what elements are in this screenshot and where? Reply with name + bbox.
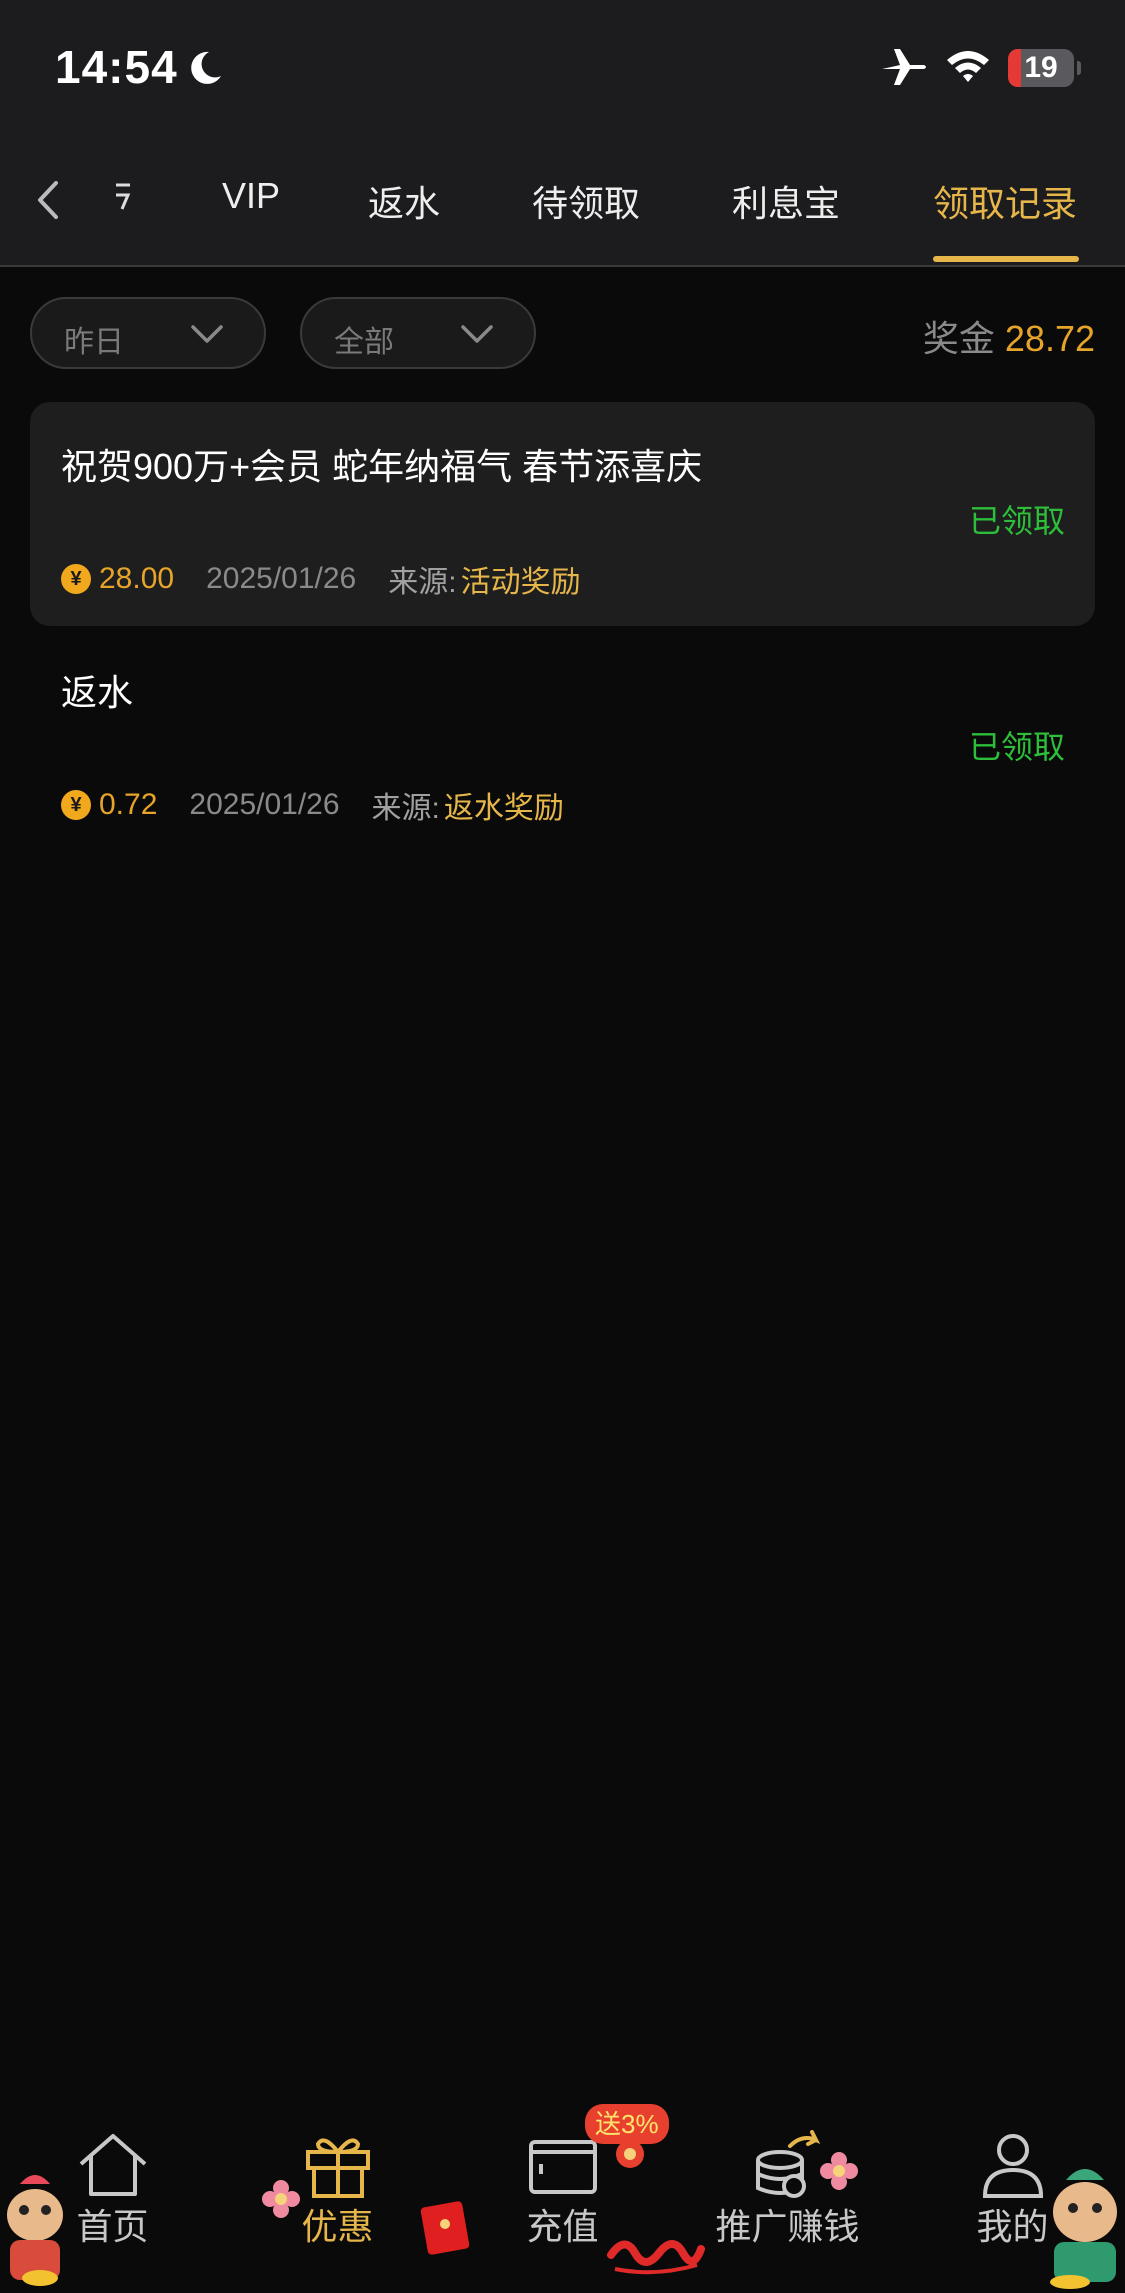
airplane-icon bbox=[882, 49, 926, 85]
record-card: 祝贺900万+会员 蛇年纳福气 春节添喜庆 已领取 ¥ 28.00 2025/0… bbox=[30, 402, 1095, 626]
snake-mascot-left-icon bbox=[7, 2175, 63, 2286]
record-source-label: 来源: bbox=[371, 792, 440, 825]
wifi-icon bbox=[947, 51, 989, 82]
flower-icon bbox=[262, 2180, 300, 2218]
date-filter-value: 昨日 bbox=[64, 326, 124, 359]
record-amount: 28.00 bbox=[99, 562, 175, 595]
record-title: 返水 bbox=[61, 672, 134, 713]
nav-referral[interactable]: 推广赚钱 bbox=[675, 2100, 900, 2293]
record-source-label: 来源: bbox=[388, 566, 457, 599]
record-status: 已领取 bbox=[968, 503, 1065, 539]
record-card: 返水 已领取 ¥ 0.72 2025/01/26 来源: 返水奖励 bbox=[30, 628, 1095, 852]
record-status: 已领取 bbox=[968, 729, 1065, 765]
moon-icon bbox=[191, 51, 221, 84]
record-date: 2025/01/26 bbox=[189, 788, 340, 821]
nav-promotions[interactable]: 优惠 bbox=[225, 2100, 450, 2293]
coin-icon: ¥ bbox=[61, 564, 91, 594]
red-envelope-icon bbox=[420, 2201, 470, 2255]
record-source: 活动奖励 bbox=[460, 566, 581, 599]
chevron-down-icon bbox=[191, 325, 223, 343]
record-source: 返水奖励 bbox=[443, 792, 564, 825]
prize-total: 奖金 28.72 bbox=[923, 310, 1095, 362]
battery-percent: 19 bbox=[1024, 51, 1058, 84]
record-date: 2025/01/26 bbox=[206, 562, 357, 595]
snake-mascot-right-icon bbox=[1050, 2169, 1117, 2289]
nav-label: 推广赚钱 bbox=[715, 2206, 860, 2247]
partial-tab-glyph-icon bbox=[116, 183, 131, 210]
flower-icon bbox=[820, 2152, 858, 2190]
active-tab-indicator bbox=[933, 256, 1079, 262]
record-meta: ¥ 28.00 2025/01/26 来源: 活动奖励 bbox=[61, 557, 581, 601]
record-amount: 0.72 bbox=[99, 788, 158, 821]
prize-label: 奖金 bbox=[922, 318, 995, 359]
tab-claim-records[interactable]: 领取记录 bbox=[933, 175, 1077, 227]
year-2025-decoration-icon bbox=[607, 2240, 705, 2275]
prize-value: 28.72 bbox=[1004, 318, 1095, 359]
flower-icon bbox=[616, 2140, 644, 2168]
status-bar: 14:54 19 bbox=[0, 0, 1125, 135]
tab-pending[interactable]: 待领取 bbox=[532, 175, 640, 227]
tab-interest[interactable]: 利息宝 bbox=[732, 175, 840, 227]
back-arrow-icon[interactable] bbox=[30, 177, 66, 223]
wallet-icon bbox=[528, 2140, 597, 2194]
date-filter-dropdown[interactable]: 昨日 bbox=[30, 297, 266, 369]
home-icon bbox=[79, 2134, 146, 2196]
tab-hidden-partial[interactable] bbox=[112, 175, 134, 224]
record-meta: ¥ 0.72 2025/01/26 来源: 返水奖励 bbox=[61, 783, 564, 827]
type-filter-dropdown[interactable]: 全部 bbox=[300, 297, 536, 369]
gift-icon bbox=[305, 2138, 370, 2198]
type-filter-value: 全部 bbox=[334, 326, 394, 359]
tab-rebate[interactable]: 返水 bbox=[368, 175, 440, 227]
tab-bar: VIP 返水 待领取 利息宝 领取记录 bbox=[0, 135, 1125, 267]
nav-label: 优惠 bbox=[301, 2206, 374, 2247]
tab-vip[interactable]: VIP bbox=[222, 175, 280, 217]
battery-tip bbox=[1077, 61, 1081, 75]
status-time: 14:54 bbox=[55, 41, 178, 93]
coin-icon: ¥ bbox=[61, 790, 91, 820]
coins-share-icon bbox=[755, 2130, 820, 2198]
record-title: 祝贺900万+会员 蛇年纳福气 春节添喜庆 bbox=[61, 446, 703, 487]
chevron-down-icon bbox=[461, 325, 493, 343]
bottom-navigation: 首页 优惠 充值 推广赚钱 我的 bbox=[0, 2100, 1125, 2293]
battery-indicator: 19 bbox=[1008, 49, 1074, 87]
